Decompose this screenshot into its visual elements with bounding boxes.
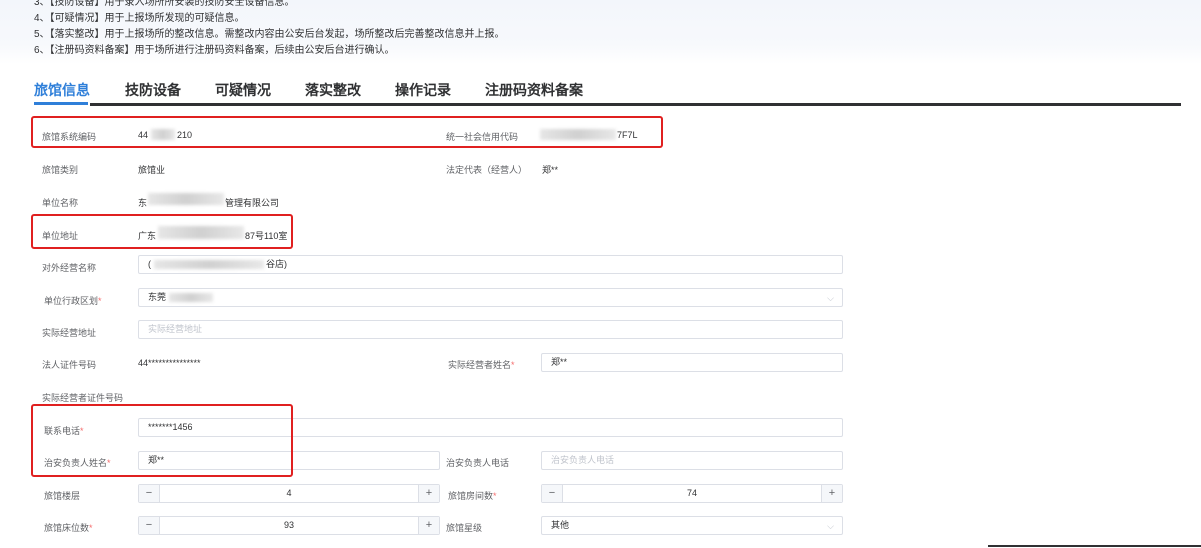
hotel-code-value-start: 44 <box>138 130 149 140</box>
rooms-value[interactable]: 74 <box>562 485 822 502</box>
actual-operator-label: 实际经营者姓名* <box>448 360 515 370</box>
unit-name-value-end: 管理有限公司 <box>225 198 280 208</box>
tab-security-devices[interactable]: 技防设备 <box>125 80 181 100</box>
tab-operation-log[interactable]: 操作记录 <box>395 80 451 100</box>
district-label: 单位行政区划* <box>44 296 102 306</box>
instructions-panel: 3、【技防设备】用于录入场所所安装的技防安全设备信息。 4、【可疑情况】用于上报… <box>0 0 1201 64</box>
star-value: 其他 <box>551 520 570 530</box>
unit-address-value-start: 广东 <box>138 231 157 241</box>
floors-value[interactable]: 4 <box>159 485 419 502</box>
security-person-input[interactable]: 郑** <box>138 451 440 470</box>
phone-label: 联系电话* <box>44 426 84 436</box>
external-name-label: 对外经营名称 <box>42 263 97 273</box>
phone-input[interactable]: *******1456 <box>138 418 843 437</box>
credit-code-value: 7F7L <box>617 130 638 140</box>
redacted-mask <box>540 129 616 140</box>
minus-icon[interactable]: − <box>139 485 160 502</box>
external-name-input[interactable]: ( 谷店) <box>138 255 843 274</box>
plus-icon[interactable]: + <box>821 485 842 502</box>
star-label: 旅馆星级 <box>446 523 483 533</box>
unit-address-value-end: 87号110室 <box>245 231 288 241</box>
security-person-label: 治安负责人姓名* <box>44 458 111 468</box>
unit-address-label: 单位地址 <box>42 231 79 241</box>
legal-id-value: 44*************** <box>138 358 201 368</box>
redacted-mask <box>158 226 244 239</box>
security-phone-input[interactable]: 治安负责人电话 <box>541 451 843 470</box>
tab-hotel-info[interactable]: 旅馆信息 <box>34 80 90 100</box>
redacted-mask <box>151 129 175 140</box>
hotel-code-label: 旅馆系统编码 <box>42 132 97 142</box>
beds-stepper[interactable]: − 93 + <box>138 516 440 535</box>
tab-registration-code[interactable]: 注册码资料备案 <box>485 80 583 100</box>
credit-code-label: 统一社会信用代码 <box>446 132 519 142</box>
legal-id-label: 法人证件号码 <box>42 360 97 370</box>
instruction-4: 4、【可疑情况】用于上报场所发现的可疑信息。 <box>34 13 245 24</box>
active-tab-indicator <box>34 102 88 105</box>
minus-icon[interactable]: − <box>139 517 160 534</box>
plus-icon[interactable]: + <box>418 517 439 534</box>
unit-name-label: 单位名称 <box>42 198 79 208</box>
plus-icon[interactable]: + <box>418 485 439 502</box>
beds-value[interactable]: 93 <box>159 517 419 534</box>
district-select[interactable]: 东莞 ⌵ <box>138 288 843 307</box>
rooms-stepper[interactable]: − 74 + <box>541 484 843 503</box>
district-value: 东莞 <box>148 292 167 302</box>
external-name-value-end: 谷店) <box>266 259 288 269</box>
operator-id-label: 实际经营者证件号码 <box>42 393 124 403</box>
hotel-type-value: 旅馆业 <box>138 165 166 175</box>
tab-divider <box>90 103 1181 106</box>
security-phone-label: 治安负责人电话 <box>446 458 510 468</box>
chevron-down-icon: ⌵ <box>827 521 834 531</box>
floors-stepper[interactable]: − 4 + <box>138 484 440 503</box>
hotel-code-value-end: 210 <box>177 130 193 140</box>
bottom-divider <box>988 545 1201 547</box>
instruction-6: 6、【注册码资料备案】用于场所进行注册码资料备案，后续由公安后台进行确认。 <box>34 45 395 56</box>
actual-address-label: 实际经营地址 <box>42 328 97 338</box>
minus-icon[interactable]: − <box>542 485 563 502</box>
tab-suspicious[interactable]: 可疑情况 <box>215 80 271 100</box>
redacted-mask <box>148 193 224 205</box>
actual-operator-input[interactable]: 郑** <box>541 353 843 372</box>
hotel-type-label: 旅馆类别 <box>42 165 79 175</box>
tab-rectification[interactable]: 落实整改 <box>305 80 361 100</box>
actual-address-input[interactable]: 实际经营地址 <box>138 320 843 339</box>
unit-name-value-start: 东 <box>138 198 148 208</box>
chevron-down-icon: ⌵ <box>827 293 834 303</box>
tab-bar: 旅馆信息 技防设备 可疑情况 落实整改 操作记录 注册码资料备案 <box>0 72 1201 108</box>
legal-rep-label: 法定代表（经营人） <box>446 165 528 175</box>
instruction-5: 5、【落实整改】用于上报场所的整改信息。需整改内容由公安后台发起，场所整改后完善… <box>34 29 505 40</box>
instruction-3: 3、【技防设备】用于录入场所所安装的技防安全设备信息。 <box>34 0 295 8</box>
rooms-label: 旅馆房间数* <box>448 491 497 501</box>
redacted-mask <box>168 293 213 303</box>
star-select[interactable]: 其他 ⌵ <box>541 516 843 535</box>
beds-label: 旅馆床位数* <box>44 523 93 533</box>
external-name-value-start: ( <box>148 259 151 269</box>
legal-rep-value: 郑** <box>542 165 559 175</box>
redacted-mask <box>153 260 264 270</box>
floors-label: 旅馆楼层 <box>44 491 81 501</box>
